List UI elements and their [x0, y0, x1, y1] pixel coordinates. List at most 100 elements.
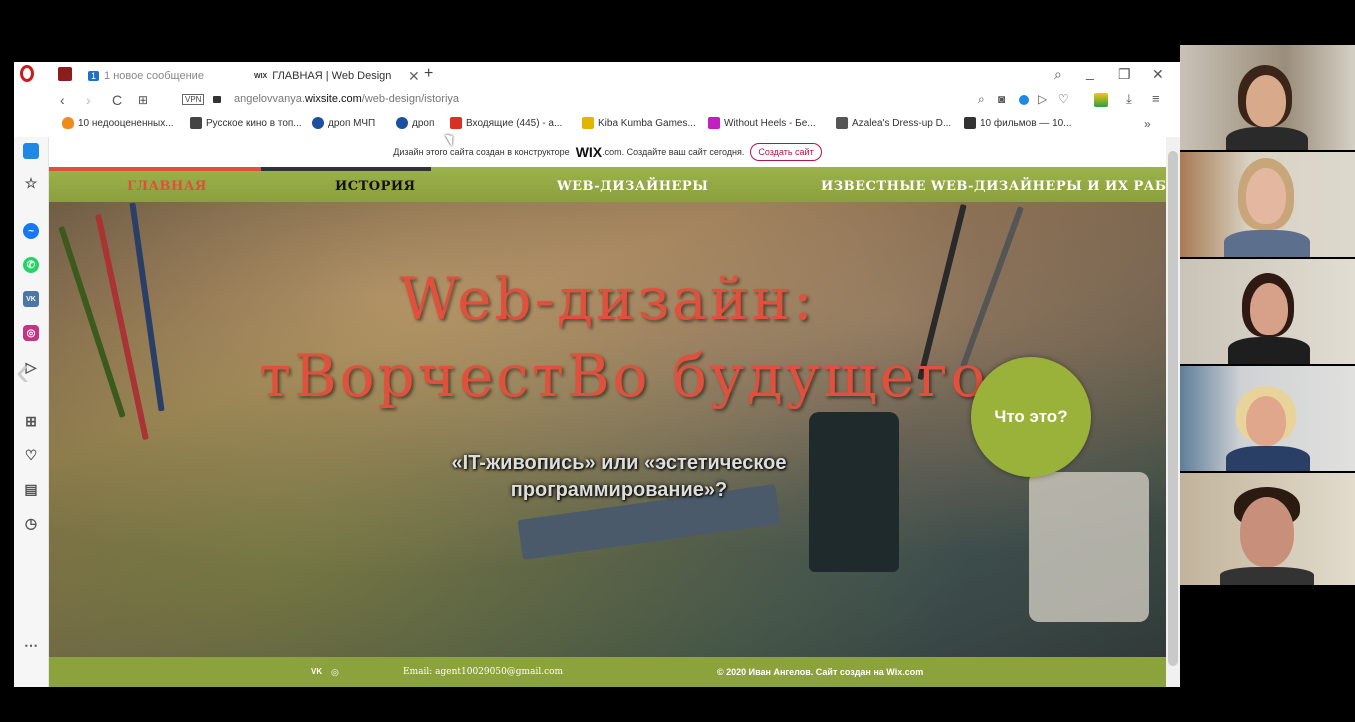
heart-icon[interactable]: ♡ [23, 447, 39, 463]
film-icon [190, 117, 202, 129]
create-site-button[interactable]: Создать сайт [750, 143, 822, 161]
participant-video[interactable] [1180, 366, 1355, 471]
bookmark-item[interactable]: Kiba Kumba Games... [582, 117, 696, 129]
forward-icon[interactable]: › [86, 92, 91, 108]
star-icon[interactable]: ☆ [23, 175, 39, 191]
participant-body [1228, 337, 1310, 364]
site-navigation: ГЛАВНАЯ ИСТОРИЯ WEB-ДИЗАЙНЕРЫ ИЗВЕСТНЫЕ … [49, 167, 1166, 202]
history-icon[interactable]: ◷ [23, 515, 39, 531]
participant-body [1226, 446, 1310, 471]
instagram-icon[interactable]: ◎ [331, 667, 339, 678]
close-window-icon[interactable]: ✕ [1152, 66, 1164, 83]
gmail-icon [450, 117, 462, 129]
browser-window: 1 1 новое сообщение ✕ WIX ГЛАВНАЯ | Web … [14, 62, 1180, 687]
tab-bar: 1 1 новое сообщение ✕ WIX ГЛАВНАЯ | Web … [14, 62, 1180, 88]
bookmark-item[interactable]: 10 недооцененных... [62, 117, 174, 129]
extension-icon[interactable] [1094, 93, 1108, 107]
more-icon[interactable]: ⋯ [23, 637, 39, 653]
snapshot-icon[interactable]: ◙ [998, 92, 1005, 106]
news-icon[interactable]: ▤ [23, 481, 39, 497]
nav-item-history[interactable]: ИСТОРИЯ [335, 179, 416, 194]
participant-body [1226, 127, 1308, 150]
address-bar: ‹ › C ⊞ VPN angelovvanya.wixsite.com/web… [14, 88, 1180, 113]
participant-video[interactable] [1180, 45, 1355, 150]
reload-icon[interactable]: C [112, 92, 122, 108]
minimize-icon[interactable]: _ [1086, 64, 1094, 80]
vk-icon[interactable]: VK [311, 667, 322, 676]
search-tabs-icon[interactable]: ⌕ [1054, 66, 1062, 83]
message-badge: 1 [88, 71, 100, 81]
bookmark-item[interactable]: Azalea's Dress-up D... [836, 117, 951, 129]
nav-item-web-designers[interactable]: WEB-ДИЗАЙНЕРЫ [557, 179, 708, 194]
participant-video[interactable] [1180, 259, 1355, 364]
participant-body [1220, 567, 1314, 585]
heart-icon[interactable]: ♡ [1058, 92, 1069, 106]
bookmark-item[interactable]: Русское кино в топ... [190, 117, 302, 129]
fire-icon [62, 117, 74, 129]
nav-indicator-active [49, 167, 261, 171]
url-host-prefix: angelovvanya. [234, 93, 305, 105]
hero-title-line1: Web-дизайн: [399, 265, 816, 333]
game-icon [582, 117, 594, 129]
hero-section: Web-дизайн: тВорчестВо будущего «IT-живо… [49, 202, 1166, 657]
restore-icon[interactable]: ❐ [1118, 66, 1131, 83]
vpn-shield-icon[interactable] [1019, 95, 1029, 105]
footer-copyright: © 2020 Иван Ангелов. Сайт создан на Wix.… [717, 667, 924, 677]
participant-face [1246, 396, 1286, 446]
back-icon[interactable]: ‹ [60, 92, 65, 108]
participant-body [1224, 230, 1310, 257]
lock-icon [213, 96, 221, 103]
drop-icon [312, 117, 324, 129]
web-page: Дизайн этого сайта создан в конструкторе… [49, 137, 1166, 687]
nav-item-famous-designers[interactable]: ИЗВЕСТНЫЕ WEB-ДИЗАЙНЕРЫ И ИХ РАБОТЫ [821, 179, 1166, 194]
scrollbar-thumb[interactable] [1168, 151, 1178, 666]
tabs-grid-icon[interactable]: ⊞ [138, 93, 148, 107]
whatsapp-icon[interactable]: ✆ [23, 257, 39, 273]
wix-logo: WIX [575, 144, 603, 160]
wix-banner-text-after: .com. Создайте ваш сайт сегодня. [602, 147, 745, 157]
tab-label: 1 новое сообщение [104, 70, 204, 82]
page-scrollbar[interactable] [1166, 137, 1180, 687]
heels-icon [708, 117, 720, 129]
bookmarks-bar: 10 недооцененных... Русское кино в топ..… [14, 113, 1180, 138]
bookmark-item[interactable]: Without Heels - Бе... [708, 117, 816, 129]
url-host: wixsite.com [304, 93, 362, 105]
wix-favicon-icon: WIX [254, 72, 268, 80]
participant-face [1246, 168, 1286, 224]
hero-cup [1029, 472, 1149, 622]
instagram-icon[interactable]: ◎ [23, 325, 39, 341]
opera-logo-icon[interactable] [20, 65, 34, 82]
bookmark-item[interactable]: дроп [396, 117, 434, 129]
wix-banner: Дизайн этого сайта создан в конструкторе… [49, 137, 1166, 167]
participant-face [1250, 283, 1288, 335]
wix-banner-text: Дизайн этого сайта создан в конструкторе [393, 147, 570, 157]
hero-subtitle: «IT-живопись» или «эстетическое программ… [451, 452, 787, 501]
menu-icon[interactable]: ≡ [1152, 91, 1160, 106]
new-tab-button[interactable]: + [424, 65, 433, 83]
previous-slide-icon[interactable]: ‹ [16, 350, 29, 395]
vpn-badge[interactable]: VPN [182, 94, 205, 105]
nav-item-home[interactable]: ГЛАВНАЯ [127, 179, 207, 194]
search-icon[interactable]: ⌕ [978, 92, 985, 107]
site-footer: VK ◎ Email: agent10029050@gmail.com © 20… [49, 657, 1166, 687]
bookmark-item[interactable]: Входящие (445) - а... [450, 117, 562, 129]
send-icon[interactable]: ▷ [1038, 92, 1047, 106]
participant-video[interactable] [1180, 473, 1355, 585]
close-icon[interactable]: ✕ [408, 68, 420, 85]
messenger-icon[interactable]: ~ [23, 223, 39, 239]
download-icon[interactable]: ⤓ [1126, 91, 1132, 107]
vk-icon[interactable]: VK [23, 291, 39, 307]
home-icon[interactable] [23, 143, 39, 159]
participant-video[interactable] [1180, 152, 1355, 257]
bookmark-item[interactable]: дроп МЧП [312, 117, 375, 129]
url-field[interactable]: angelovvanya.wixsite.com/web-design/isto… [234, 93, 459, 105]
speed-dial-icon[interactable] [58, 67, 72, 81]
tab-active-web-design[interactable]: WIX ГЛАВНАЯ | Web Design ✕ [254, 65, 424, 87]
tab-messages[interactable]: 1 1 новое сообщение ✕ [88, 65, 238, 87]
plus-square-icon [964, 117, 976, 129]
what-is-it-button[interactable]: Что это? [971, 357, 1091, 477]
bookmarks-more-button[interactable]: » [1144, 117, 1151, 131]
tabs-grid-icon[interactable]: ⊞ [23, 413, 39, 429]
footer-email[interactable]: Email: agent10029050@gmail.com [403, 667, 563, 677]
bookmark-item[interactable]: 10 фильмов — 10... [964, 117, 1072, 129]
